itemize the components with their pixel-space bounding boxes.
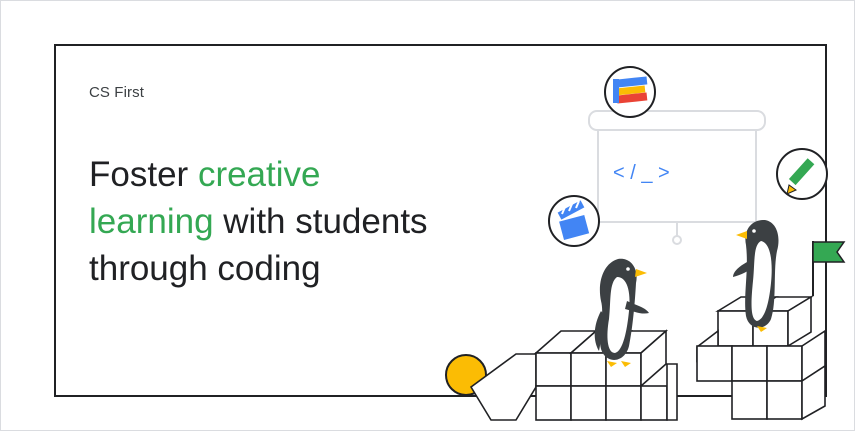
code-board-icon: < / _ > bbox=[588, 110, 766, 245]
banner-page: CS First Foster creative learning with s… bbox=[0, 0, 855, 431]
flag-icon bbox=[812, 241, 846, 296]
illustration: < / _ > bbox=[445, 66, 846, 421]
clapperboard-icon bbox=[548, 195, 600, 247]
board-code-text: < / _ > bbox=[613, 162, 670, 184]
pencil-icon bbox=[776, 148, 828, 200]
blocks-icon bbox=[604, 66, 656, 118]
left-block-stack bbox=[469, 329, 678, 421]
